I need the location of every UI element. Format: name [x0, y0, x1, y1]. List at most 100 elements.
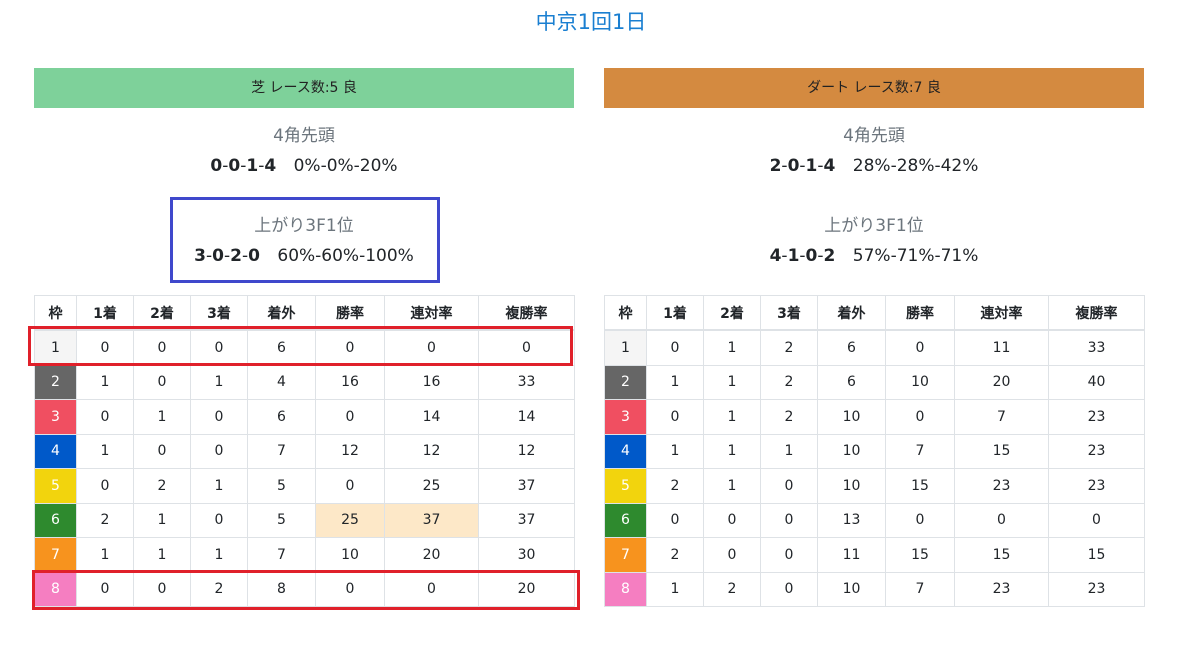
col-header: 複勝率	[478, 295, 575, 331]
table-cell: 0	[190, 502, 248, 538]
table-cell: 37	[478, 502, 575, 538]
turf-last3f-record: 3-0-2-0	[194, 246, 260, 266]
table-cell: 20	[384, 537, 479, 573]
table-cell: 0	[760, 468, 818, 504]
table-cell: 10	[315, 537, 385, 573]
waku-number-cell: 3	[604, 399, 647, 435]
table-cell: 30	[478, 537, 575, 573]
col-header: 勝率	[885, 295, 955, 331]
table-cell: 1	[76, 537, 134, 573]
table-cell: 14	[478, 399, 575, 435]
table-cell: 25	[384, 468, 479, 504]
table-cell: 0	[885, 502, 955, 538]
table-cell: 1	[703, 329, 761, 366]
table-cell: 0	[315, 329, 385, 366]
dirt-corner4-rates: 28%-28%-42%	[852, 156, 979, 176]
dirt-corner4-record: 2-0-1-4	[769, 156, 836, 176]
table-cell: 23	[954, 468, 1049, 504]
col-header: 3着	[760, 295, 818, 331]
table-cell: 2	[760, 399, 818, 435]
table-cell: 0	[315, 571, 385, 607]
table-cell: 0	[885, 329, 955, 366]
table-cell: 4	[247, 364, 316, 400]
table-cell: 5	[247, 502, 316, 538]
col-header: 着外	[247, 295, 316, 331]
table-cell: 23	[954, 571, 1049, 607]
table-cell: 1	[703, 399, 761, 435]
dirt-last3f-rates: 57%-71%-71%	[852, 246, 979, 266]
table-cell: 1	[133, 399, 191, 435]
table-cell: 10	[885, 364, 955, 400]
table-cell: 1	[190, 468, 248, 504]
table-cell: 0	[384, 329, 479, 366]
table-row: 4 1 0 0 7 12 12 12	[34, 433, 575, 469]
table-row: 4 1 1 1 10 7 15 23	[604, 433, 1145, 469]
dirt-last3f-block: 上がり3F1位 4-1-0-2 57%-71%-71%	[604, 211, 1144, 271]
col-header: 複勝率	[1048, 295, 1145, 331]
table-cell: 1	[76, 364, 134, 400]
col-header: 2着	[133, 295, 191, 331]
turf-corner4-rates: 0%-0%-20%	[293, 156, 398, 176]
table-row: 5 0 2 1 5 0 25 37	[34, 468, 575, 504]
table-cell: 6	[817, 364, 886, 400]
table-cell: 23	[1048, 468, 1145, 504]
turf-table-header-row: 枠 1着 2着 3着 着外 勝率 連対率 複勝率	[34, 295, 575, 331]
table-cell: 14	[384, 399, 479, 435]
table-cell: 7	[247, 433, 316, 469]
table-row: 8 0 0 2 8 0 0 20	[34, 571, 575, 607]
col-header: 連対率	[954, 295, 1049, 331]
table-cell: 2	[703, 571, 761, 607]
table-cell: 15	[885, 537, 955, 573]
table-cell: 23	[1048, 399, 1145, 435]
table-cell: 0	[190, 329, 248, 366]
table-row: 7 2 0 0 11 15 15 15	[604, 537, 1145, 573]
table-cell: 2	[133, 468, 191, 504]
table-cell: 8	[247, 571, 316, 607]
table-cell: 0	[885, 399, 955, 435]
table-cell: 25	[315, 502, 385, 538]
table-cell: 7	[247, 537, 316, 573]
table-row: 5 2 1 0 10 15 23 23	[604, 468, 1145, 504]
waku-number-cell: 1	[34, 329, 77, 366]
col-header: 連対率	[384, 295, 479, 331]
table-cell: 1	[190, 364, 248, 400]
table-cell: 0	[703, 502, 761, 538]
table-cell: 1	[703, 468, 761, 504]
table-cell: 23	[1048, 571, 1145, 607]
table-row: 1 0 1 2 6 0 11 33	[604, 329, 1145, 366]
table-row: 3 0 1 2 10 0 7 23	[604, 399, 1145, 435]
turf-corner4-title: 4角先頭	[273, 126, 335, 146]
table-cell: 2	[646, 468, 704, 504]
table-cell: 0	[954, 502, 1049, 538]
table-cell: 0	[133, 433, 191, 469]
table-cell: 1	[76, 433, 134, 469]
table-cell: 2	[190, 571, 248, 607]
table-cell: 10	[817, 468, 886, 504]
table-cell: 7	[885, 571, 955, 607]
dirt-corner4-block: 4角先頭 2-0-1-4 28%-28%-42%	[604, 121, 1144, 181]
col-header: 1着	[76, 295, 134, 331]
turf-header: 芝 レース数:5 良	[34, 68, 574, 108]
table-cell: 12	[478, 433, 575, 469]
table-cell: 23	[1048, 433, 1145, 469]
table-cell: 0	[315, 468, 385, 504]
table-cell: 10	[817, 399, 886, 435]
table-cell: 0	[76, 399, 134, 435]
table-cell: 20	[954, 364, 1049, 400]
dirt-header: ダート レース数:7 良	[604, 68, 1144, 108]
table-cell: 1	[133, 537, 191, 573]
table-row: 3 0 1 0 6 0 14 14	[34, 399, 575, 435]
table-cell: 2	[760, 329, 818, 366]
table-cell: 0	[646, 329, 704, 366]
waku-number-cell: 4	[604, 433, 647, 469]
table-cell: 10	[817, 571, 886, 607]
table-cell: 0	[760, 502, 818, 538]
turf-last3f-title: 上がり3F1位	[254, 216, 354, 236]
turf-last3f-stats: 3-0-2-0 60%-60%-100%	[34, 241, 574, 271]
col-header: 枠	[604, 295, 647, 331]
table-cell: 1	[646, 364, 704, 400]
table-cell: 1	[133, 502, 191, 538]
turf-corner4-stats: 0-0-1-4 0%-0%-20%	[34, 151, 574, 181]
turf-waku-table: 枠 1着 2着 3着 着外 勝率 連対率 複勝率 1 0 0 0 6 0 0 0 2 1 0 1 4 16…	[34, 295, 575, 607]
table-cell: 1	[646, 571, 704, 607]
